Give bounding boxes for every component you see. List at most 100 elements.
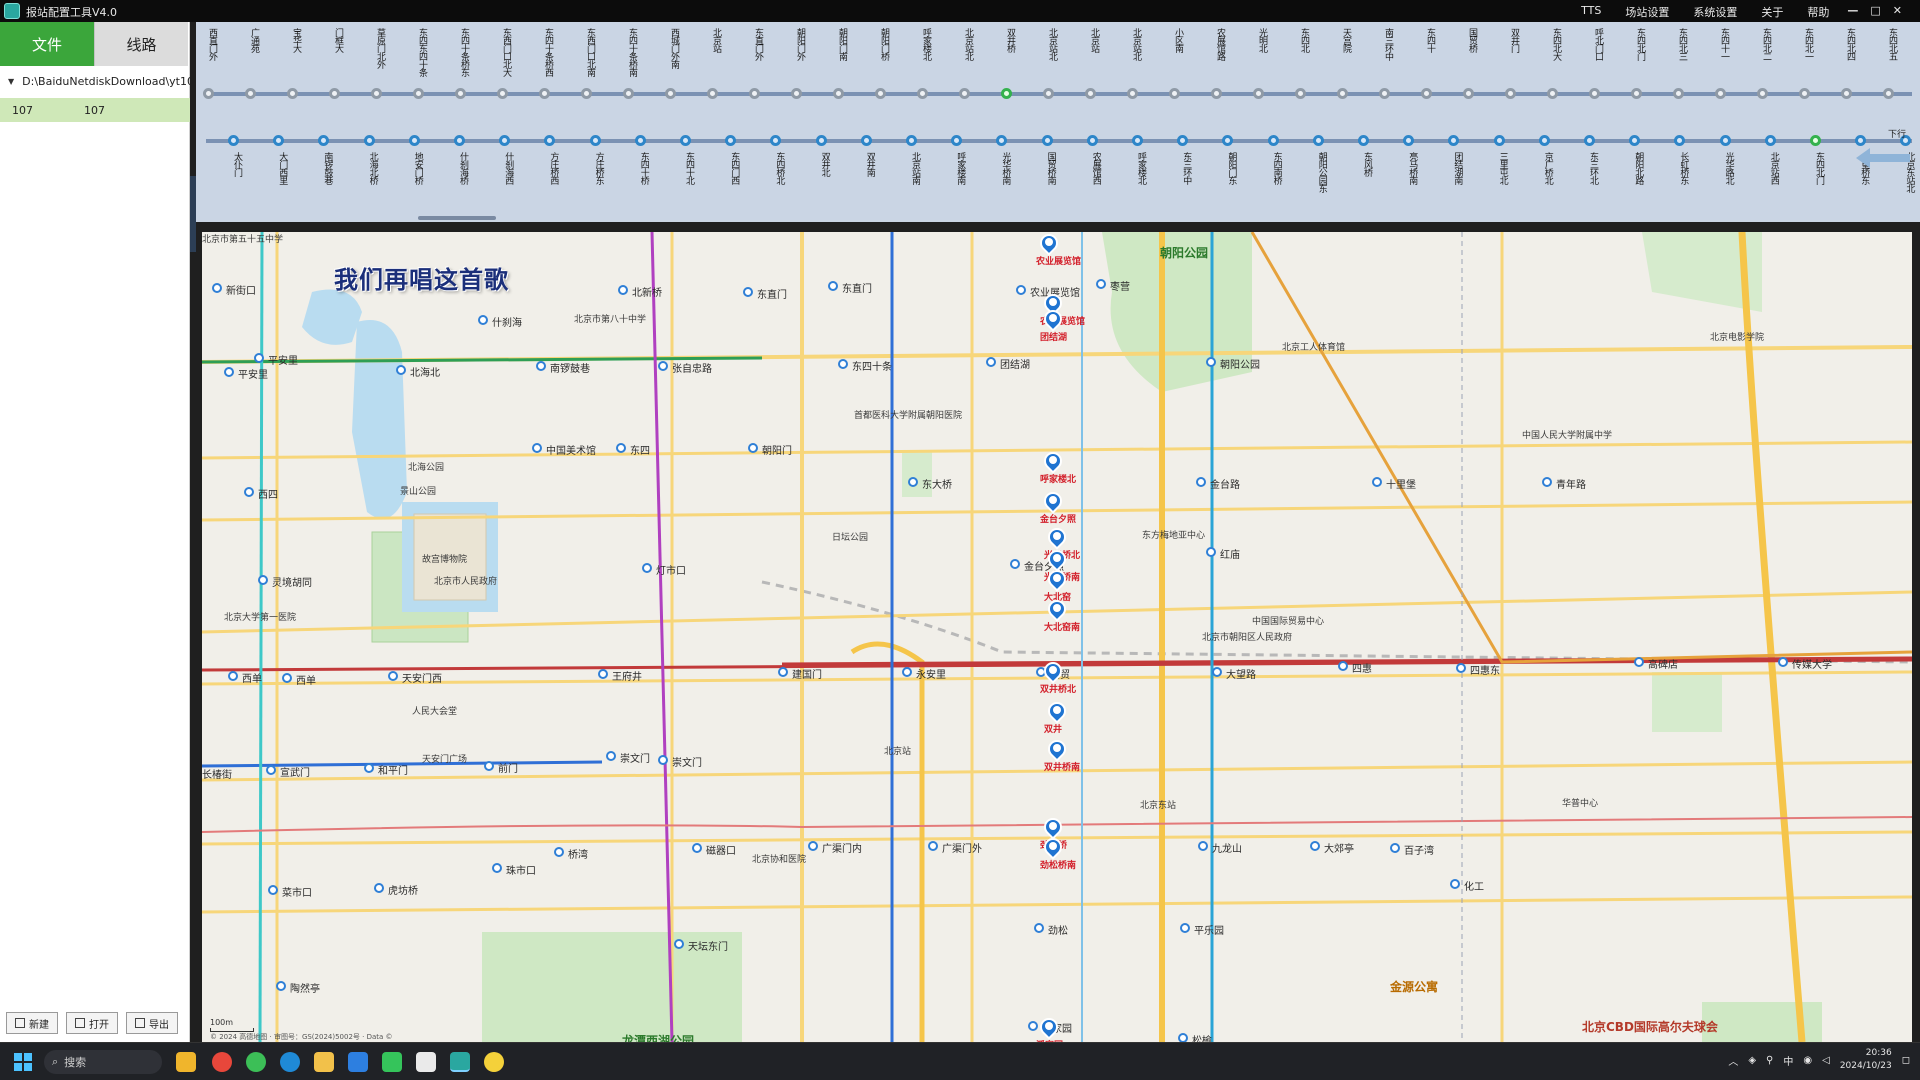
subway-station-icon[interactable] xyxy=(778,667,788,677)
subway-station-icon[interactable] xyxy=(1178,1033,1188,1042)
station-dot[interactable] xyxy=(749,88,760,99)
station-dot[interactable] xyxy=(1810,135,1821,146)
subway-station-icon[interactable] xyxy=(266,765,276,775)
subway-station-icon[interactable] xyxy=(986,357,996,367)
station-dot[interactable] xyxy=(1764,135,1776,146)
station-dot[interactable] xyxy=(544,135,556,146)
widgets-icon[interactable] xyxy=(176,1052,196,1072)
bus-stop-pin[interactable]: 大北窑 xyxy=(1044,566,1071,603)
app-icon-white[interactable] xyxy=(416,1052,436,1072)
mail-icon[interactable] xyxy=(348,1052,368,1072)
subway-station-icon[interactable] xyxy=(598,669,608,679)
station-dot[interactable] xyxy=(499,135,511,146)
windows-start-icon[interactable] xyxy=(14,1053,32,1071)
subway-station-icon[interactable] xyxy=(1456,663,1466,673)
subway-station-icon[interactable] xyxy=(743,287,753,297)
station-dot[interactable] xyxy=(1295,88,1306,99)
subway-station-icon[interactable] xyxy=(1096,279,1106,289)
subway-station-icon[interactable] xyxy=(838,359,848,369)
station-dot[interactable] xyxy=(1589,88,1600,99)
station-dot[interactable] xyxy=(875,88,886,99)
expand-triangle-icon[interactable]: ▼ xyxy=(8,77,14,86)
volume-icon[interactable]: ◁ xyxy=(1822,1055,1830,1066)
subway-station-icon[interactable] xyxy=(1372,477,1382,487)
station-dot[interactable] xyxy=(245,88,256,99)
ime-indicator[interactable]: 中 xyxy=(1783,1053,1793,1068)
map-view[interactable]: 新街口北新桥东直门东直门农业展览馆枣营朝阳公园什刹海平安里平安里北海北南锣鼓巷张… xyxy=(202,232,1912,1042)
station-dot[interactable] xyxy=(1358,135,1369,146)
diagram-scrollbar[interactable] xyxy=(418,216,496,220)
station-dot[interactable] xyxy=(1132,135,1143,146)
subway-station-icon[interactable] xyxy=(674,939,684,949)
subway-station-icon[interactable] xyxy=(492,863,502,873)
station-dot[interactable] xyxy=(791,88,802,99)
subway-station-icon[interactable] xyxy=(902,667,912,677)
subway-station-icon[interactable] xyxy=(1338,661,1348,671)
edge-icon[interactable] xyxy=(280,1052,300,1072)
station-dot[interactable] xyxy=(1799,88,1810,99)
bus-stop-pin[interactable]: 团结湖 xyxy=(1040,306,1067,343)
station-dot[interactable] xyxy=(455,88,466,99)
bus-stop-pin[interactable]: 金台夕照 xyxy=(1040,488,1076,525)
station-dot[interactable] xyxy=(1538,135,1550,146)
subway-station-icon[interactable] xyxy=(224,367,234,377)
station-dot[interactable] xyxy=(680,135,691,146)
station-dot[interactable] xyxy=(1222,135,1234,146)
station-dot[interactable] xyxy=(1043,88,1054,99)
station-dot[interactable] xyxy=(665,88,676,99)
subway-station-icon[interactable] xyxy=(642,563,652,573)
subway-station-icon[interactable] xyxy=(282,673,292,683)
subway-station-icon[interactable] xyxy=(532,443,542,453)
bus-stop-pin[interactable]: 双井桥南 xyxy=(1044,736,1080,773)
subway-station-icon[interactable] xyxy=(1196,477,1206,487)
microphone-icon[interactable]: ⚲ xyxy=(1766,1055,1773,1066)
station-dot[interactable] xyxy=(539,88,550,99)
subway-station-icon[interactable] xyxy=(364,763,374,773)
open-button[interactable]: 打开 xyxy=(66,1012,118,1034)
station-dot[interactable] xyxy=(1421,88,1432,99)
maximize-button[interactable]: □ xyxy=(1864,4,1886,20)
station-dot[interactable] xyxy=(581,88,592,99)
station-dot[interactable] xyxy=(815,135,827,146)
station-dot[interactable] xyxy=(329,88,340,99)
taskbar-search[interactable]: ⌕ 搜索 xyxy=(44,1050,162,1074)
subway-station-icon[interactable] xyxy=(618,285,628,295)
station-dot[interactable] xyxy=(1631,88,1642,99)
file-explorer-icon[interactable] xyxy=(314,1052,334,1072)
antivirus-icon[interactable]: ◉ xyxy=(1803,1055,1812,1066)
station-dot[interactable] xyxy=(1169,88,1180,99)
subway-station-icon[interactable] xyxy=(388,671,398,681)
subway-station-icon[interactable] xyxy=(276,981,286,991)
subway-station-icon[interactable] xyxy=(1450,879,1460,889)
station-dot[interactable] xyxy=(1757,88,1768,99)
subway-station-icon[interactable] xyxy=(1310,841,1320,851)
station-dot[interactable] xyxy=(273,135,285,146)
station-dot[interactable] xyxy=(1674,135,1686,146)
subway-station-icon[interactable] xyxy=(1028,1021,1038,1031)
station-dot[interactable] xyxy=(1715,88,1726,99)
station-dot[interactable] xyxy=(770,135,782,146)
bus-stop-pin[interactable]: 呼家楼北 xyxy=(1040,448,1076,485)
bus-stop-pin[interactable]: 劲松桥南 xyxy=(1040,834,1076,871)
tree-folder-node[interactable]: ▼ D:\BaiduNetdiskDownload\yt10 xyxy=(0,70,190,92)
station-dot[interactable] xyxy=(634,135,646,146)
station-dot[interactable] xyxy=(860,135,872,146)
station-dot[interactable] xyxy=(906,135,917,146)
station-dot[interactable] xyxy=(1448,135,1460,146)
subway-station-icon[interactable] xyxy=(478,315,488,325)
subway-station-icon[interactable] xyxy=(828,281,838,291)
export-button[interactable]: 导出 xyxy=(126,1012,178,1034)
route-list-item[interactable]: 107 107 xyxy=(0,98,190,122)
subway-station-icon[interactable] xyxy=(1542,477,1552,487)
subway-station-icon[interactable] xyxy=(228,671,238,681)
station-dot[interactable] xyxy=(497,88,508,99)
subway-station-icon[interactable] xyxy=(658,755,668,765)
station-dot[interactable] xyxy=(371,88,382,99)
bus-stop-pin[interactable]: 双井 xyxy=(1044,698,1070,735)
menu-about[interactable]: 关于 xyxy=(1749,4,1795,20)
notification-icon[interactable]: ◻ xyxy=(1902,1055,1910,1066)
subway-station-icon[interactable] xyxy=(258,575,268,585)
station-dot[interactable] xyxy=(996,135,1008,146)
subway-station-icon[interactable] xyxy=(374,883,384,893)
config-tool-taskbar-icon[interactable] xyxy=(450,1052,470,1072)
